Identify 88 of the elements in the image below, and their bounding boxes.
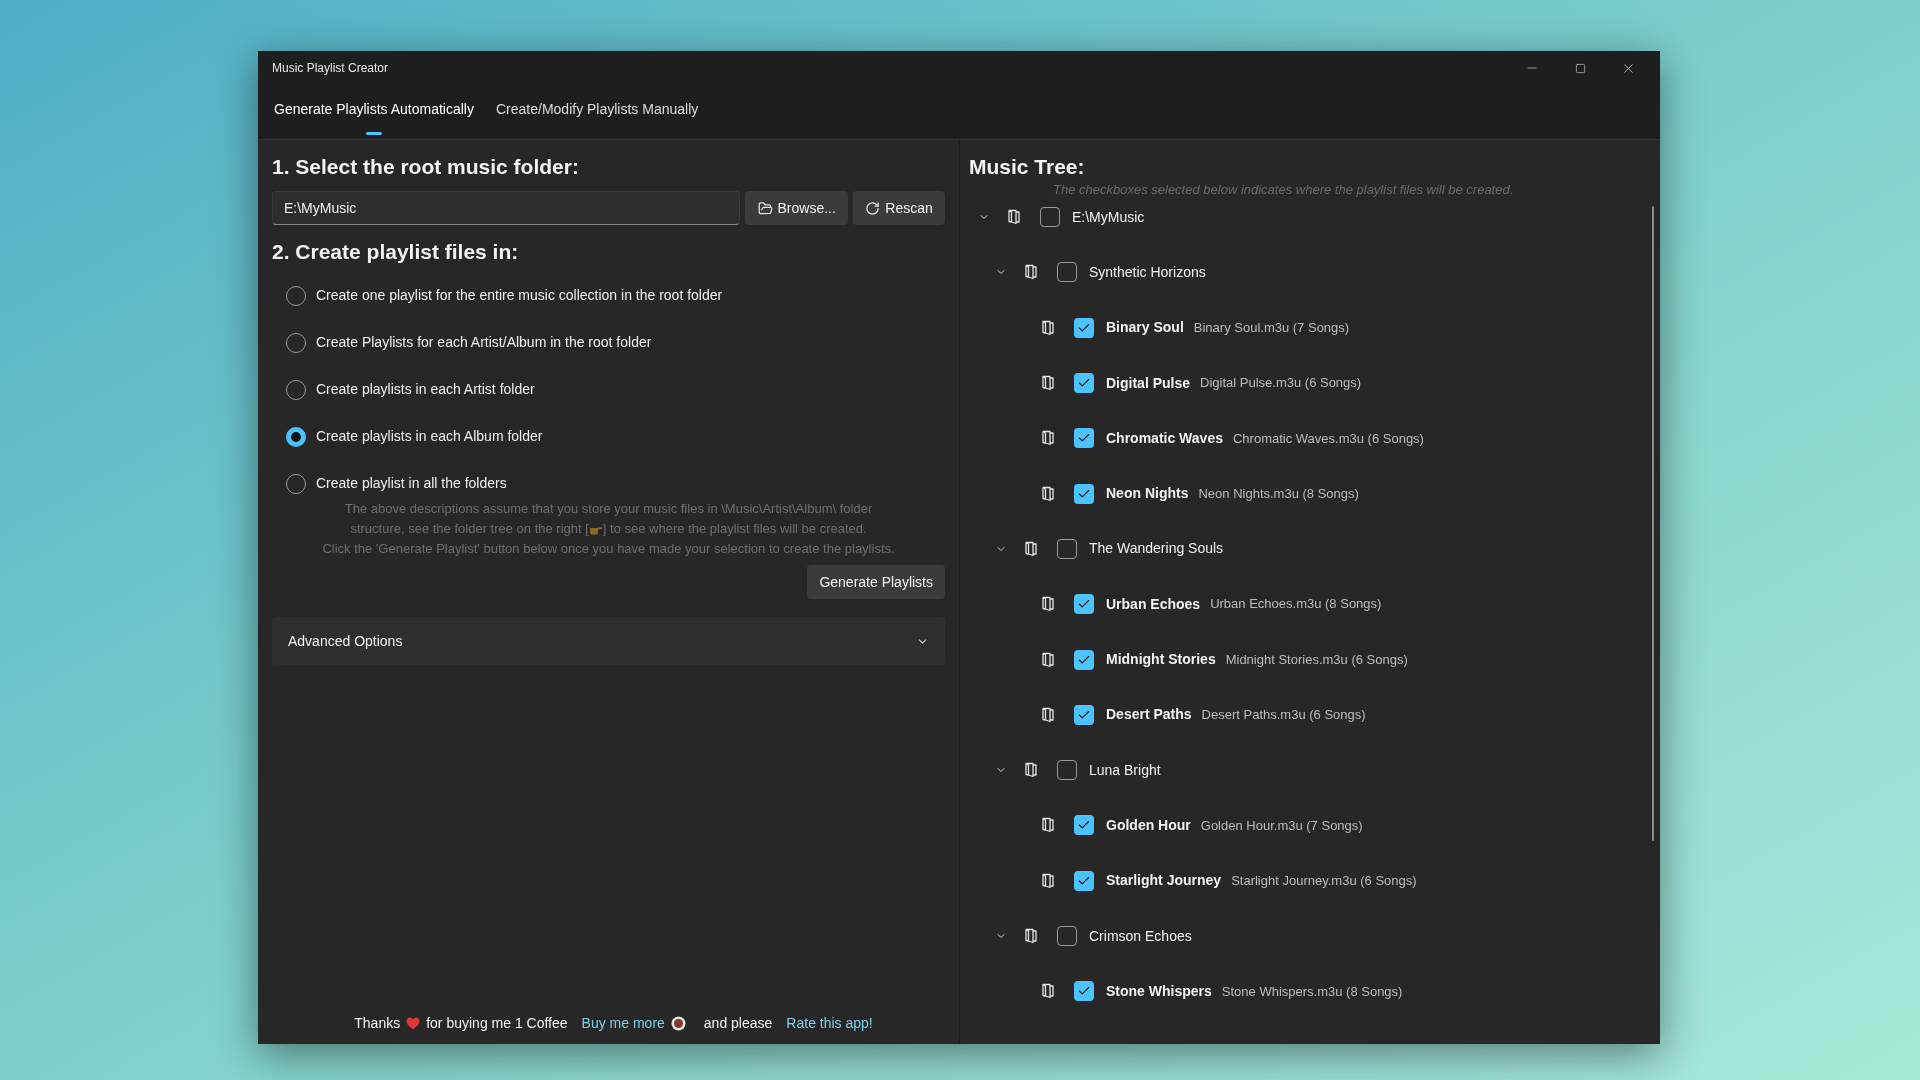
page-icon — [1041, 485, 1055, 502]
tree-item-label[interactable]: Desert Paths — [1106, 704, 1192, 726]
footer-text: Thanks — [354, 1014, 401, 1033]
playlist-file-label: Binary Soul.m3u (7 Songs) — [1193, 319, 1350, 337]
tree-item-label[interactable]: Starlight Journey — [1106, 870, 1222, 892]
checkbox[interactable] — [1057, 926, 1077, 946]
panel-heading: Music Tree: — [969, 154, 1086, 180]
tree-item-label[interactable]: Digital Pulse — [1106, 372, 1191, 394]
playlist-file-label: Desert Paths.m3u (6 Songs) — [1201, 706, 1366, 725]
checkbox[interactable] — [1074, 870, 1094, 891]
buy-me-more-link[interactable]: Buy me more — [581, 1013, 665, 1034]
option-label[interactable]: Create playlists in each Artist folder — [316, 379, 535, 400]
checkbox[interactable] — [1074, 483, 1094, 504]
tree-item-label[interactable]: Binary Soul — [1106, 317, 1184, 339]
description-text: ] to see where the playlist files will be created. — [602, 520, 867, 538]
page-icon — [1041, 596, 1055, 613]
checkbox[interactable] — [1057, 262, 1077, 283]
folder-path-field[interactable]: E:\MyMusic — [272, 191, 741, 225]
tree-hint-text: The checkboxes selected below indicates where the playlist files will be created. — [1053, 181, 1515, 199]
playlist-file-label: Urban Echoes.m3u (8 Songs) — [1210, 595, 1382, 614]
checkbox[interactable] — [1074, 373, 1094, 394]
option-label[interactable]: Create playlists in each Album folder — [316, 426, 543, 447]
maximize-icon — [1574, 62, 1586, 74]
folder-icon — [757, 200, 773, 216]
window-title: Music Playlist Creator — [272, 60, 389, 77]
page-icon — [1041, 430, 1055, 447]
playlist-file-label: Starlight Journey.m3u (6 Songs) — [1231, 871, 1417, 890]
page-icon — [1024, 540, 1038, 557]
checkbox[interactable] — [1074, 704, 1094, 725]
tree-item-label[interactable]: Chromatic Waves — [1106, 427, 1223, 449]
refresh-icon — [865, 200, 881, 216]
playlist-file-label: Stone Whispers.m3u (8 Songs) — [1221, 982, 1403, 1001]
tree-item-label[interactable]: E:\MyMusic — [1072, 206, 1145, 228]
playlist-file-label: Golden Hour.m3u (7 Songs) — [1200, 816, 1363, 835]
rate-app-link[interactable]: Rate this app! — [786, 1013, 873, 1034]
tree-item-label[interactable]: The Wandering Souls — [1089, 538, 1224, 560]
page-icon — [1041, 319, 1055, 336]
page-icon — [1024, 264, 1038, 281]
rescan-button[interactable]: Rescan — [853, 191, 945, 225]
tab[interactable]: Create/Modify Playlists Manually — [486, 89, 709, 139]
checkbox[interactable] — [1057, 760, 1077, 781]
scrollbar[interactable] — [1652, 206, 1654, 841]
tree-item-label[interactable]: Neon Nights — [1106, 483, 1189, 505]
section-heading: 1. Select the root music folder: — [272, 154, 580, 180]
page-icon — [1041, 375, 1055, 392]
advanced-options-expander[interactable]: Advanced Options — [272, 617, 945, 665]
option-label[interactable]: Create one playlist for the entire music collection in the root folder — [316, 285, 723, 306]
checkbox[interactable] — [1074, 981, 1094, 1002]
browse-button[interactable]: Browse... — [745, 191, 849, 225]
description-text: The above descriptions assume that you store your music files in \Music\Artist\Album\ folder — [344, 500, 873, 518]
page-icon — [1041, 983, 1055, 1000]
page-icon — [1024, 928, 1038, 944]
playlist-file-label: Chromatic Waves.m3u (6 Songs) — [1232, 429, 1424, 448]
tree-item-label[interactable]: Golden Hour — [1106, 814, 1191, 836]
footer-text: for buying me 1 Coffee — [426, 1014, 568, 1033]
page-icon — [1041, 817, 1055, 834]
playlist-file-label: Digital Pulse.m3u (6 Songs) — [1200, 374, 1362, 393]
page-icon — [1041, 872, 1055, 889]
checkbox[interactable] — [1074, 428, 1094, 449]
checkbox[interactable] — [1074, 649, 1094, 670]
coffee-cup-icon — [670, 1016, 686, 1031]
checkbox[interactable] — [1074, 815, 1094, 836]
generate-playlists-button[interactable]: Generate Playlists — [807, 565, 945, 599]
page-icon — [1024, 762, 1038, 779]
description-text: structure, see the folder tree on the right [ — [350, 520, 589, 538]
tab[interactable]: Generate Playlists Automatically — [264, 89, 484, 139]
tree-item-label[interactable]: Synthetic Horizons — [1089, 261, 1206, 283]
tree-item-label[interactable]: Crimson Echoes — [1089, 925, 1192, 947]
footer-text: and please — [703, 1014, 773, 1033]
option-label[interactable]: Create Playlists for each Artist/Album in the root folder — [316, 332, 652, 353]
checkbox[interactable] — [1074, 594, 1094, 615]
radio-button[interactable] — [286, 426, 306, 447]
tree-item-label[interactable]: Luna Bright — [1089, 759, 1161, 781]
playlist-file-label: Midnight Stories.m3u (6 Songs) — [1225, 650, 1408, 669]
checkbox[interactable] — [1074, 317, 1094, 338]
option-label[interactable]: Create playlist in all the folders — [316, 473, 507, 494]
heart-icon — [406, 1017, 421, 1030]
description-text: Click the 'Generate Playlist' button below once you have made your selection to create the playlists. — [322, 540, 895, 558]
checkbox[interactable] — [1040, 207, 1060, 228]
tree-item-label[interactable]: Midnight Stories — [1106, 649, 1216, 670]
playlist-file-label: Neon Nights.m3u (8 Songs) — [1198, 484, 1359, 503]
tree-item-label[interactable]: Stone Whispers — [1106, 980, 1212, 1002]
tree-item-label[interactable]: Urban Echoes — [1106, 593, 1201, 615]
page-icon — [1041, 651, 1055, 668]
section-heading: 2. Create playlist files in: — [272, 239, 520, 265]
page-icon — [1041, 706, 1055, 723]
checkbox[interactable] — [1057, 538, 1077, 559]
page-icon — [1007, 209, 1021, 226]
